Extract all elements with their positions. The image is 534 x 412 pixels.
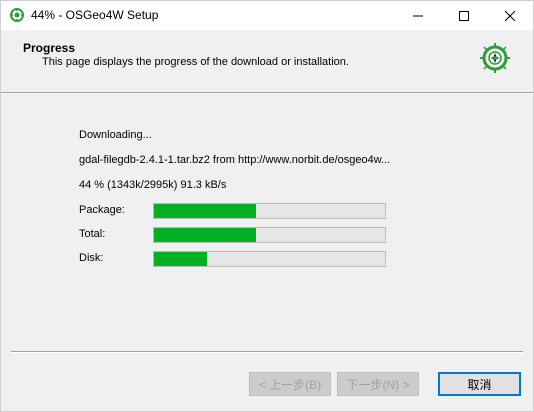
transfer-stats-text: 44 % (1343k/2995k) 91.3 kB/s [79, 179, 227, 191]
package-progress-bar [153, 203, 386, 219]
close-icon [505, 10, 515, 21]
page-title: Progress [23, 41, 76, 55]
total-label: Total: [79, 228, 106, 240]
page-header: Progress This page displays the progress… [1, 30, 533, 88]
package-progress-fill [154, 204, 256, 218]
total-progress-bar [153, 227, 386, 243]
maximize-button[interactable] [441, 1, 487, 30]
window-title: 44% - OSGeo4W Setup [31, 8, 159, 22]
next-button[interactable]: 下一步(N) > [337, 372, 419, 396]
page-subtitle: This page displays the progress of the d… [42, 56, 349, 68]
close-button[interactable] [487, 1, 533, 30]
header-divider [1, 92, 533, 94]
disk-progress-fill [154, 252, 208, 266]
back-button[interactable]: < 上一步(B) [249, 372, 331, 396]
minimize-button[interactable] [395, 1, 441, 30]
status-text: Downloading... [79, 129, 152, 141]
current-file-text: gdal-filegdb-2.4.1-1.tar.bz2 from http:/… [79, 154, 391, 166]
osgeo4w-icon [9, 7, 25, 23]
title-bar[interactable]: 44% - OSGeo4W Setup [1, 1, 533, 30]
footer-divider [11, 351, 523, 353]
maximize-icon [459, 10, 469, 21]
setup-window: 44% - OSGeo4W Setup Progress This page d… [0, 0, 534, 412]
minimize-icon [413, 15, 423, 16]
package-label: Package: [79, 204, 125, 216]
cancel-button[interactable]: 取消 [438, 372, 521, 396]
total-progress-fill [154, 228, 256, 242]
osgeo4w-logo [479, 42, 511, 74]
disk-progress-bar [153, 251, 386, 267]
disk-label: Disk: [79, 252, 104, 264]
